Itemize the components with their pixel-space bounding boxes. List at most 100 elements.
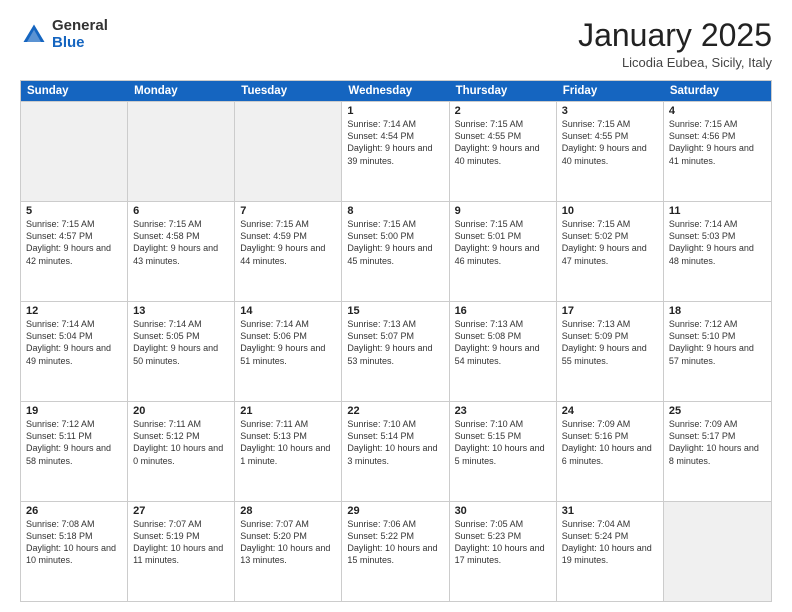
calendar-cell-day-13: 13Sunrise: 7:14 AMSunset: 5:05 PMDayligh… xyxy=(128,302,235,401)
calendar-cell-empty xyxy=(664,502,771,601)
calendar-cell-day-17: 17Sunrise: 7:13 AMSunset: 5:09 PMDayligh… xyxy=(557,302,664,401)
header: General Blue January 2025 Licodia Eubea,… xyxy=(20,18,772,70)
cell-info: Sunrise: 7:13 AMSunset: 5:08 PMDaylight:… xyxy=(455,318,551,367)
day-number: 18 xyxy=(669,305,766,317)
day-number: 17 xyxy=(562,305,658,317)
cell-info: Sunrise: 7:07 AMSunset: 5:20 PMDaylight:… xyxy=(240,518,336,567)
cell-info: Sunrise: 7:15 AMSunset: 4:55 PMDaylight:… xyxy=(455,118,551,167)
cell-info: Sunrise: 7:14 AMSunset: 5:05 PMDaylight:… xyxy=(133,318,229,367)
day-number: 8 xyxy=(347,205,443,217)
cell-info: Sunrise: 7:13 AMSunset: 5:07 PMDaylight:… xyxy=(347,318,443,367)
header-day-wednesday: Wednesday xyxy=(342,81,449,101)
calendar-cell-day-11: 11Sunrise: 7:14 AMSunset: 5:03 PMDayligh… xyxy=(664,202,771,301)
cell-info: Sunrise: 7:10 AMSunset: 5:14 PMDaylight:… xyxy=(347,418,443,467)
day-number: 6 xyxy=(133,205,229,217)
calendar-cell-day-2: 2Sunrise: 7:15 AMSunset: 4:55 PMDaylight… xyxy=(450,102,557,201)
cell-info: Sunrise: 7:11 AMSunset: 5:12 PMDaylight:… xyxy=(133,418,229,467)
day-number: 5 xyxy=(26,205,122,217)
day-number: 25 xyxy=(669,405,766,417)
calendar-row-3: 12Sunrise: 7:14 AMSunset: 5:04 PMDayligh… xyxy=(21,301,771,401)
calendar: SundayMondayTuesdayWednesdayThursdayFrid… xyxy=(20,80,772,602)
cell-info: Sunrise: 7:15 AMSunset: 4:57 PMDaylight:… xyxy=(26,218,122,267)
cell-info: Sunrise: 7:04 AMSunset: 5:24 PMDaylight:… xyxy=(562,518,658,567)
day-number: 2 xyxy=(455,105,551,117)
cell-info: Sunrise: 7:14 AMSunset: 4:54 PMDaylight:… xyxy=(347,118,443,167)
calendar-cell-day-5: 5Sunrise: 7:15 AMSunset: 4:57 PMDaylight… xyxy=(21,202,128,301)
calendar-cell-empty xyxy=(21,102,128,201)
calendar-cell-day-18: 18Sunrise: 7:12 AMSunset: 5:10 PMDayligh… xyxy=(664,302,771,401)
calendar-row-1: 1Sunrise: 7:14 AMSunset: 4:54 PMDaylight… xyxy=(21,101,771,201)
day-number: 13 xyxy=(133,305,229,317)
day-number: 20 xyxy=(133,405,229,417)
day-number: 12 xyxy=(26,305,122,317)
day-number: 9 xyxy=(455,205,551,217)
calendar-cell-day-29: 29Sunrise: 7:06 AMSunset: 5:22 PMDayligh… xyxy=(342,502,449,601)
calendar-cell-day-12: 12Sunrise: 7:14 AMSunset: 5:04 PMDayligh… xyxy=(21,302,128,401)
cell-info: Sunrise: 7:15 AMSunset: 5:02 PMDaylight:… xyxy=(562,218,658,267)
calendar-row-4: 19Sunrise: 7:12 AMSunset: 5:11 PMDayligh… xyxy=(21,401,771,501)
day-number: 26 xyxy=(26,505,122,517)
calendar-cell-day-15: 15Sunrise: 7:13 AMSunset: 5:07 PMDayligh… xyxy=(342,302,449,401)
logo-icon xyxy=(20,21,48,49)
cell-info: Sunrise: 7:07 AMSunset: 5:19 PMDaylight:… xyxy=(133,518,229,567)
day-number: 11 xyxy=(669,205,766,217)
location: Licodia Eubea, Sicily, Italy xyxy=(578,55,772,70)
cell-info: Sunrise: 7:10 AMSunset: 5:15 PMDaylight:… xyxy=(455,418,551,467)
cell-info: Sunrise: 7:15 AMSunset: 5:00 PMDaylight:… xyxy=(347,218,443,267)
cell-info: Sunrise: 7:15 AMSunset: 5:01 PMDaylight:… xyxy=(455,218,551,267)
calendar-cell-day-6: 6Sunrise: 7:15 AMSunset: 4:58 PMDaylight… xyxy=(128,202,235,301)
calendar-cell-day-9: 9Sunrise: 7:15 AMSunset: 5:01 PMDaylight… xyxy=(450,202,557,301)
day-number: 21 xyxy=(240,405,336,417)
logo-blue: Blue xyxy=(52,34,85,51)
day-number: 31 xyxy=(562,505,658,517)
day-number: 7 xyxy=(240,205,336,217)
cell-info: Sunrise: 7:15 AMSunset: 4:55 PMDaylight:… xyxy=(562,118,658,167)
calendar-cell-empty xyxy=(235,102,342,201)
cell-info: Sunrise: 7:05 AMSunset: 5:23 PMDaylight:… xyxy=(455,518,551,567)
cell-info: Sunrise: 7:13 AMSunset: 5:09 PMDaylight:… xyxy=(562,318,658,367)
calendar-body: 1Sunrise: 7:14 AMSunset: 4:54 PMDaylight… xyxy=(21,101,771,601)
cell-info: Sunrise: 7:14 AMSunset: 5:06 PMDaylight:… xyxy=(240,318,336,367)
header-day-sunday: Sunday xyxy=(21,81,128,101)
day-number: 16 xyxy=(455,305,551,317)
cell-info: Sunrise: 7:15 AMSunset: 4:59 PMDaylight:… xyxy=(240,218,336,267)
header-day-monday: Monday xyxy=(128,81,235,101)
day-number: 19 xyxy=(26,405,122,417)
cell-info: Sunrise: 7:06 AMSunset: 5:22 PMDaylight:… xyxy=(347,518,443,567)
calendar-cell-day-1: 1Sunrise: 7:14 AMSunset: 4:54 PMDaylight… xyxy=(342,102,449,201)
cell-info: Sunrise: 7:12 AMSunset: 5:10 PMDaylight:… xyxy=(669,318,766,367)
day-number: 22 xyxy=(347,405,443,417)
day-number: 10 xyxy=(562,205,658,217)
cell-info: Sunrise: 7:09 AMSunset: 5:17 PMDaylight:… xyxy=(669,418,766,467)
calendar-cell-day-4: 4Sunrise: 7:15 AMSunset: 4:56 PMDaylight… xyxy=(664,102,771,201)
month-title: January 2025 xyxy=(578,18,772,53)
cell-info: Sunrise: 7:14 AMSunset: 5:04 PMDaylight:… xyxy=(26,318,122,367)
calendar-cell-day-27: 27Sunrise: 7:07 AMSunset: 5:19 PMDayligh… xyxy=(128,502,235,601)
day-number: 30 xyxy=(455,505,551,517)
calendar-cell-day-25: 25Sunrise: 7:09 AMSunset: 5:17 PMDayligh… xyxy=(664,402,771,501)
calendar-cell-day-31: 31Sunrise: 7:04 AMSunset: 5:24 PMDayligh… xyxy=(557,502,664,601)
calendar-header: SundayMondayTuesdayWednesdayThursdayFrid… xyxy=(21,81,771,101)
calendar-cell-day-14: 14Sunrise: 7:14 AMSunset: 5:06 PMDayligh… xyxy=(235,302,342,401)
day-number: 15 xyxy=(347,305,443,317)
day-number: 28 xyxy=(240,505,336,517)
calendar-cell-day-26: 26Sunrise: 7:08 AMSunset: 5:18 PMDayligh… xyxy=(21,502,128,601)
calendar-cell-day-21: 21Sunrise: 7:11 AMSunset: 5:13 PMDayligh… xyxy=(235,402,342,501)
header-day-friday: Friday xyxy=(557,81,664,101)
calendar-cell-day-7: 7Sunrise: 7:15 AMSunset: 4:59 PMDaylight… xyxy=(235,202,342,301)
calendar-cell-empty xyxy=(128,102,235,201)
cell-info: Sunrise: 7:15 AMSunset: 4:58 PMDaylight:… xyxy=(133,218,229,267)
day-number: 1 xyxy=(347,105,443,117)
page: General Blue January 2025 Licodia Eubea,… xyxy=(0,0,792,612)
day-number: 23 xyxy=(455,405,551,417)
cell-info: Sunrise: 7:14 AMSunset: 5:03 PMDaylight:… xyxy=(669,218,766,267)
calendar-cell-day-23: 23Sunrise: 7:10 AMSunset: 5:15 PMDayligh… xyxy=(450,402,557,501)
day-number: 14 xyxy=(240,305,336,317)
calendar-cell-day-16: 16Sunrise: 7:13 AMSunset: 5:08 PMDayligh… xyxy=(450,302,557,401)
day-number: 29 xyxy=(347,505,443,517)
logo: General Blue xyxy=(20,18,108,51)
calendar-cell-day-28: 28Sunrise: 7:07 AMSunset: 5:20 PMDayligh… xyxy=(235,502,342,601)
calendar-cell-day-24: 24Sunrise: 7:09 AMSunset: 5:16 PMDayligh… xyxy=(557,402,664,501)
calendar-cell-day-3: 3Sunrise: 7:15 AMSunset: 4:55 PMDaylight… xyxy=(557,102,664,201)
calendar-cell-day-10: 10Sunrise: 7:15 AMSunset: 5:02 PMDayligh… xyxy=(557,202,664,301)
